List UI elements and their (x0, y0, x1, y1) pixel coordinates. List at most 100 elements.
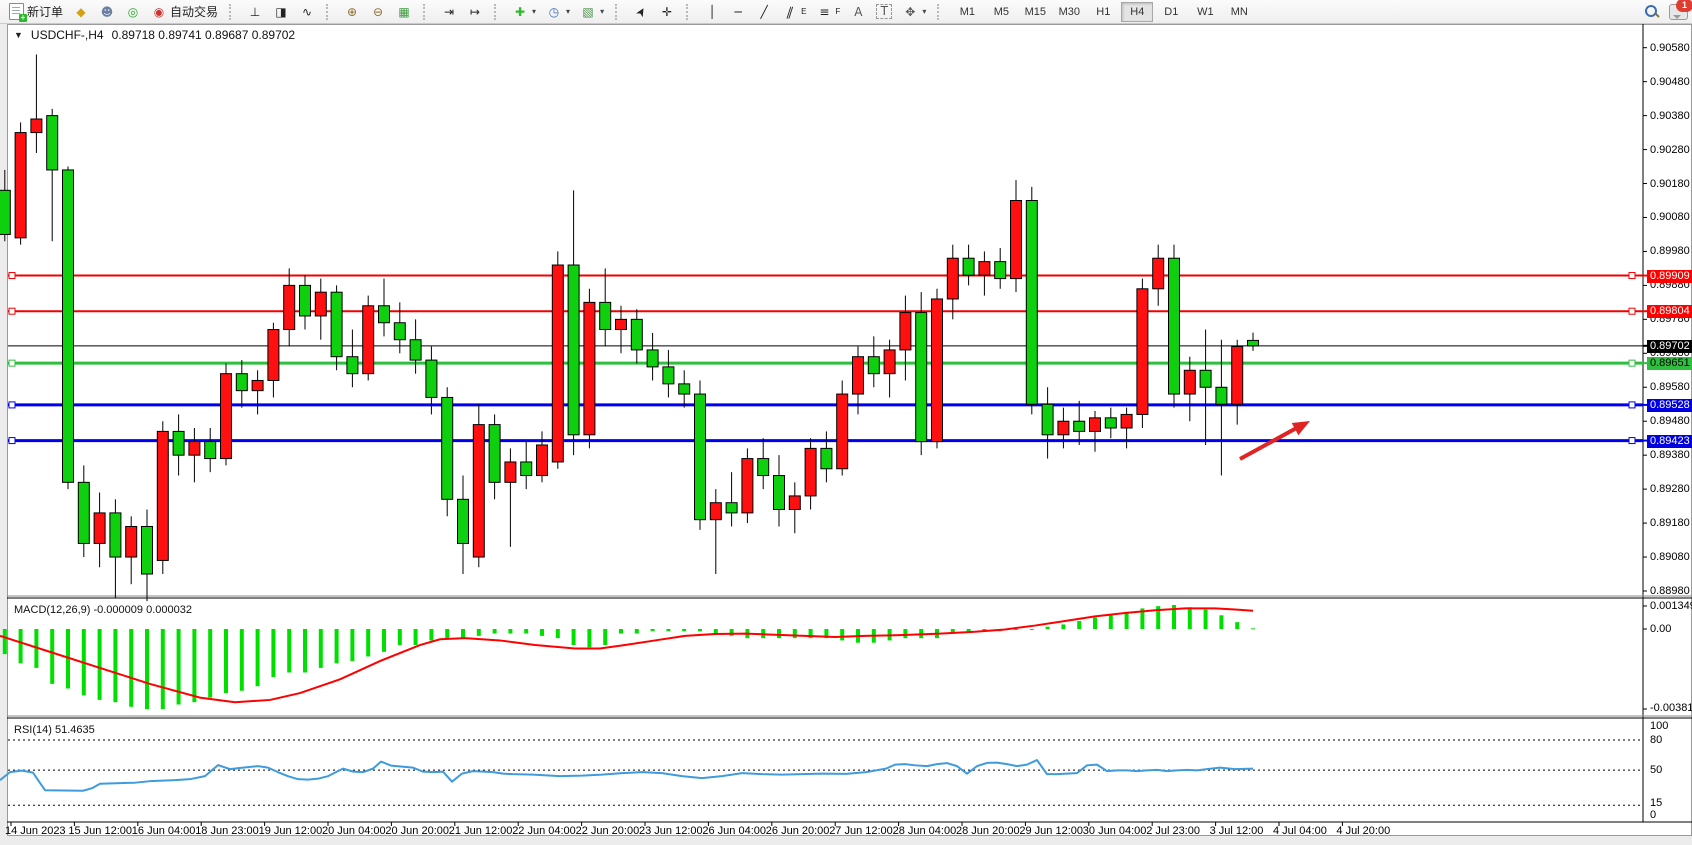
macd-histogram-bar (603, 629, 607, 645)
chart-shift-button[interactable]: ↦ (462, 1, 488, 23)
candle-bear (394, 323, 405, 340)
line-chart-button[interactable]: ∿ (294, 1, 320, 23)
horizontal-line-button[interactable]: ─ (725, 1, 751, 23)
candle-bear (63, 170, 74, 482)
toolbar: + 新订单 ◆ ☻ ◎ ◉ 自动交易 ⊥ ◨ ∿ ⊕ ⊖ ▦ ⇥ ↦ ✚▾ ◷▾… (0, 0, 1692, 24)
time-axis-label: 21 Jun 12:00 (449, 825, 513, 837)
macd-histogram-bar (98, 629, 102, 700)
candle-bear (663, 367, 674, 384)
macd-histogram-bar (840, 629, 844, 640)
macd-histogram-bar (398, 629, 402, 645)
cursor-button[interactable]: ➤ (628, 1, 654, 23)
indicators-button[interactable]: ✚▾ (507, 1, 541, 23)
macd-signal-line (0, 608, 1253, 702)
annotation-arrow-head[interactable] (1292, 415, 1314, 435)
timeframe-button-M30[interactable]: M30 (1053, 2, 1085, 22)
time-axis-label: 28 Jun 20:00 (956, 825, 1020, 837)
timeframe-button-D1[interactable]: D1 (1155, 2, 1187, 22)
styler-icon: ◆ (73, 4, 89, 20)
candle-bear (47, 116, 58, 170)
timeframe-button-MN[interactable]: MN (1223, 2, 1255, 22)
zoom-in-icon: ⊕ (344, 4, 360, 20)
macd-histogram-bar (129, 629, 133, 707)
time-axis-label: 16 Jun 04:00 (132, 825, 196, 837)
hline-handle[interactable] (1629, 273, 1635, 279)
macd-axis-tick: 0.001349 (1650, 600, 1692, 612)
signal-icon: ◎ (125, 4, 141, 20)
macd-histogram-bar (240, 629, 244, 691)
candle-bear (1216, 387, 1227, 404)
templates-button[interactable]: ▧▾ (575, 1, 609, 23)
periods-button[interactable]: ◷▾ (541, 1, 575, 23)
hline-handle[interactable] (9, 402, 15, 408)
candle-bear (1105, 418, 1116, 428)
macd-histogram-bar (587, 629, 591, 647)
text-button[interactable]: A (845, 1, 871, 23)
candle-bear (758, 459, 769, 476)
channel-button[interactable]: ∥E (777, 1, 811, 23)
new-order-button[interactable]: + 新订单 (4, 1, 68, 23)
fibonacci-icon: ≡ (816, 4, 832, 20)
hline-handle[interactable] (1629, 308, 1635, 314)
rsi-axis-tick: 100 (1650, 720, 1668, 732)
timeframe-button-M15[interactable]: M15 (1019, 2, 1051, 22)
candle-bull (837, 394, 848, 469)
search-icon[interactable] (1643, 3, 1659, 19)
autotrading-button[interactable]: ◉ 自动交易 (146, 1, 223, 23)
profile-button[interactable]: ☻ (94, 1, 120, 23)
autotrading-icon: ◉ (151, 4, 167, 20)
candle-bear (173, 431, 184, 455)
timeframe-button-H1[interactable]: H1 (1087, 2, 1119, 22)
vertical-line-button[interactable]: │ (699, 1, 725, 23)
candle-bull (1090, 418, 1101, 432)
macd-histogram-bar (714, 629, 718, 634)
bar-chart-button[interactable]: ⊥ (242, 1, 268, 23)
hline-handle[interactable] (9, 360, 15, 366)
hline-handle[interactable] (1629, 402, 1635, 408)
price-axis-tick: 0.89980 (1650, 245, 1690, 257)
candle-bull (189, 442, 200, 456)
auto-scroll-button[interactable]: ⇥ (436, 1, 462, 23)
candle-bear (521, 462, 532, 476)
trendline-button[interactable]: ╱ (751, 1, 777, 23)
zoom-in-button[interactable]: ⊕ (339, 1, 365, 23)
candle-bear (110, 513, 121, 557)
macd-histogram-bar (1109, 614, 1113, 629)
hline-handle[interactable] (9, 438, 15, 444)
timeframe-button-M5[interactable]: M5 (985, 2, 1017, 22)
hline-handle[interactable] (1629, 438, 1635, 444)
text-icon: A (850, 4, 866, 20)
chart-shift-icon: ↦ (467, 4, 483, 20)
crosshair-button[interactable]: ✛ (654, 1, 680, 23)
hline-handle[interactable] (1629, 360, 1635, 366)
tile-windows-button[interactable]: ▦ (391, 1, 417, 23)
templates-icon: ▧ (580, 4, 596, 20)
fibonacci-button[interactable]: ≡F (811, 1, 845, 23)
chat-icon[interactable]: 1 (1669, 4, 1688, 20)
macd-histogram-bar (271, 629, 275, 677)
macd-histogram-bar (698, 629, 702, 631)
macd-histogram-bar (635, 629, 639, 634)
hline-handle[interactable] (9, 308, 15, 314)
macd-axis-tick: 0.00 (1650, 623, 1671, 635)
signal-button[interactable]: ◎ (120, 1, 146, 23)
price-axis-tick: 0.90580 (1650, 42, 1690, 54)
candlestick-button[interactable]: ◨ (268, 1, 294, 23)
arrows-button[interactable]: ✥▾ (897, 1, 931, 23)
candle-bear (142, 526, 153, 574)
zoom-out-button[interactable]: ⊖ (365, 1, 391, 23)
hline-handle[interactable] (9, 273, 15, 279)
candle-bull (1153, 258, 1164, 289)
macd-histogram-bar (429, 629, 433, 640)
autotrading-label: 自动交易 (170, 3, 218, 20)
candle-bear (0, 190, 10, 234)
macd-axis-tick: -0.00381 (1650, 702, 1692, 714)
timeframe-button-H4[interactable]: H4 (1121, 2, 1153, 22)
text-label-button[interactable]: T (871, 1, 897, 23)
candle-bull (284, 285, 295, 329)
timeframe-button-W1[interactable]: W1 (1189, 2, 1221, 22)
timeframe-button-M1[interactable]: M1 (951, 2, 983, 22)
styler-button[interactable]: ◆ (68, 1, 94, 23)
candle-bull (932, 299, 943, 442)
macd-histogram-bar (161, 629, 165, 709)
